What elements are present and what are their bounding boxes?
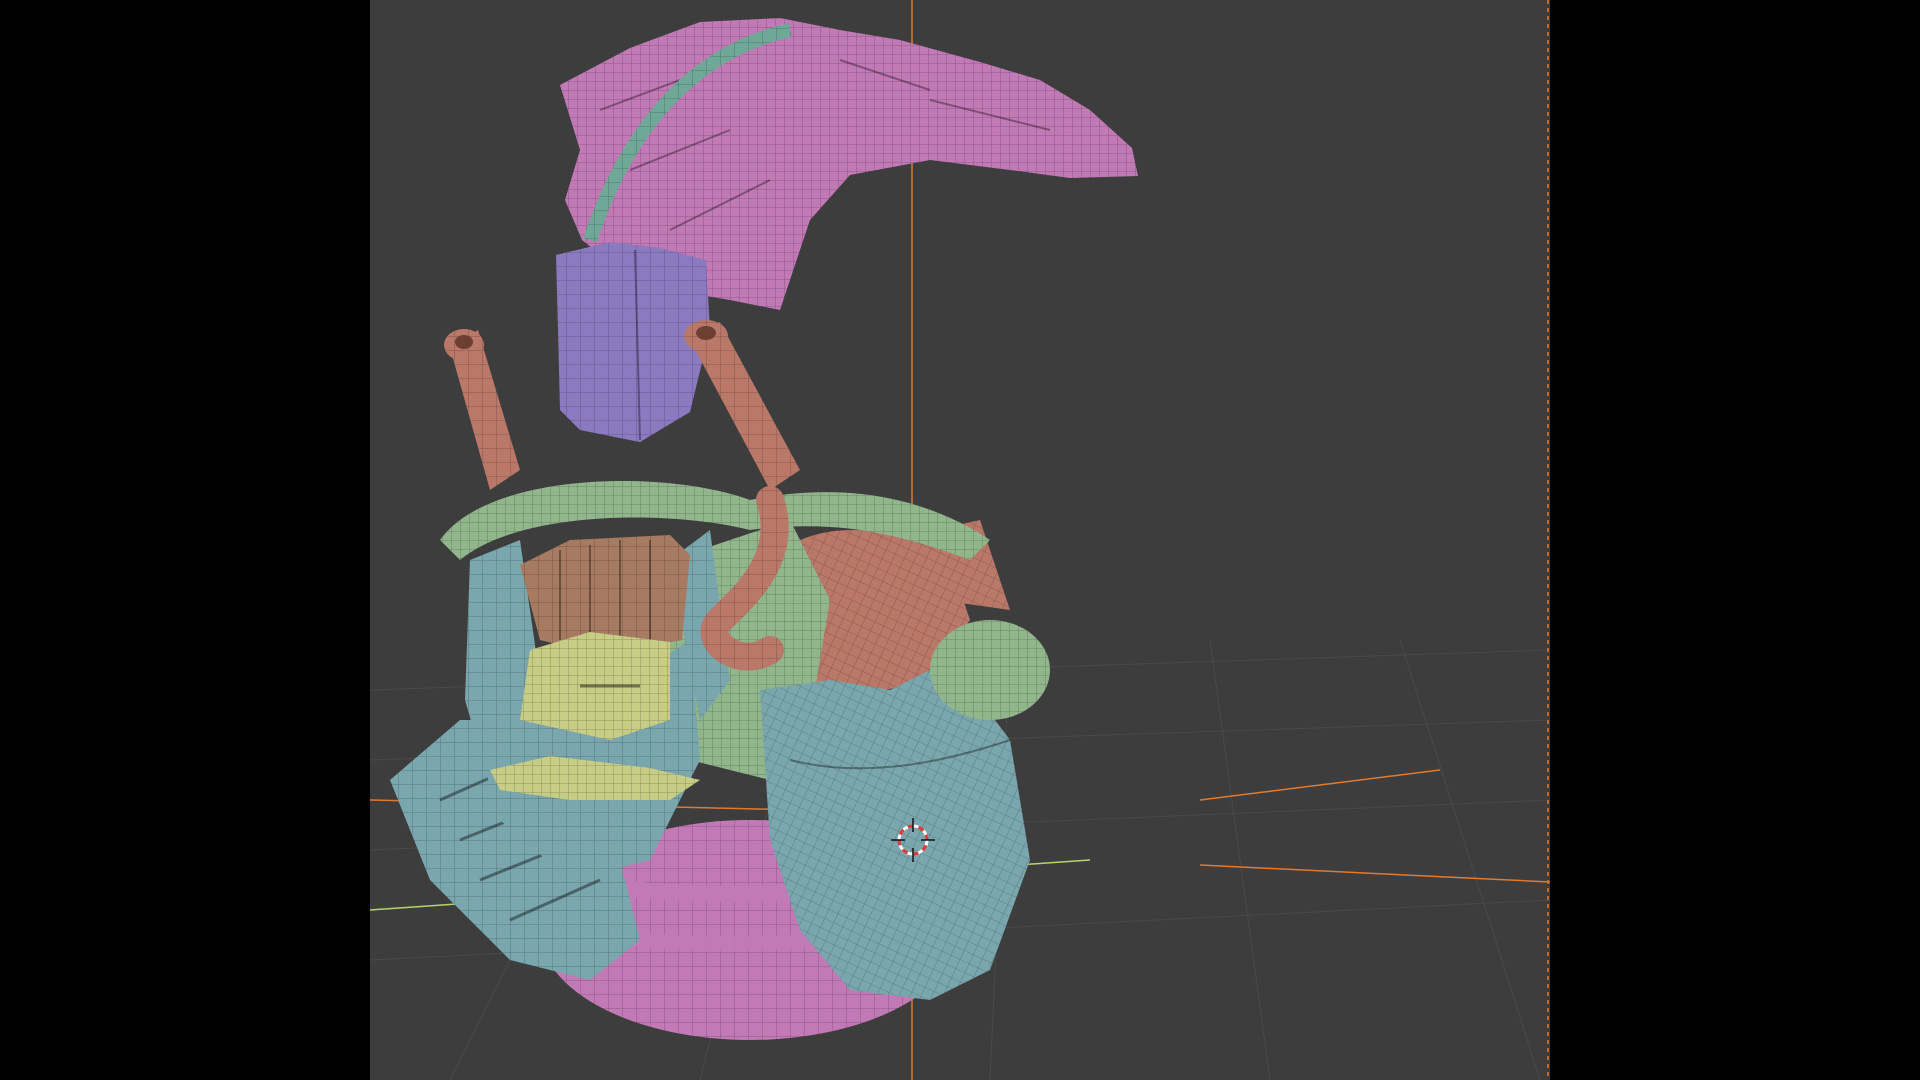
y-axis-line-2 <box>1199 864 1550 883</box>
vent-pipe-right[interactable] <box>684 320 800 490</box>
letterbox-right <box>1550 0 1920 1080</box>
y-axis-line <box>1199 769 1441 801</box>
3d-viewport[interactable] <box>370 0 1550 1080</box>
viewport-canvas[interactable] <box>370 0 1550 1080</box>
screenshot-frame <box>0 0 1920 1080</box>
vent-pipe-left[interactable] <box>444 329 520 490</box>
letterbox-left <box>0 0 370 1080</box>
